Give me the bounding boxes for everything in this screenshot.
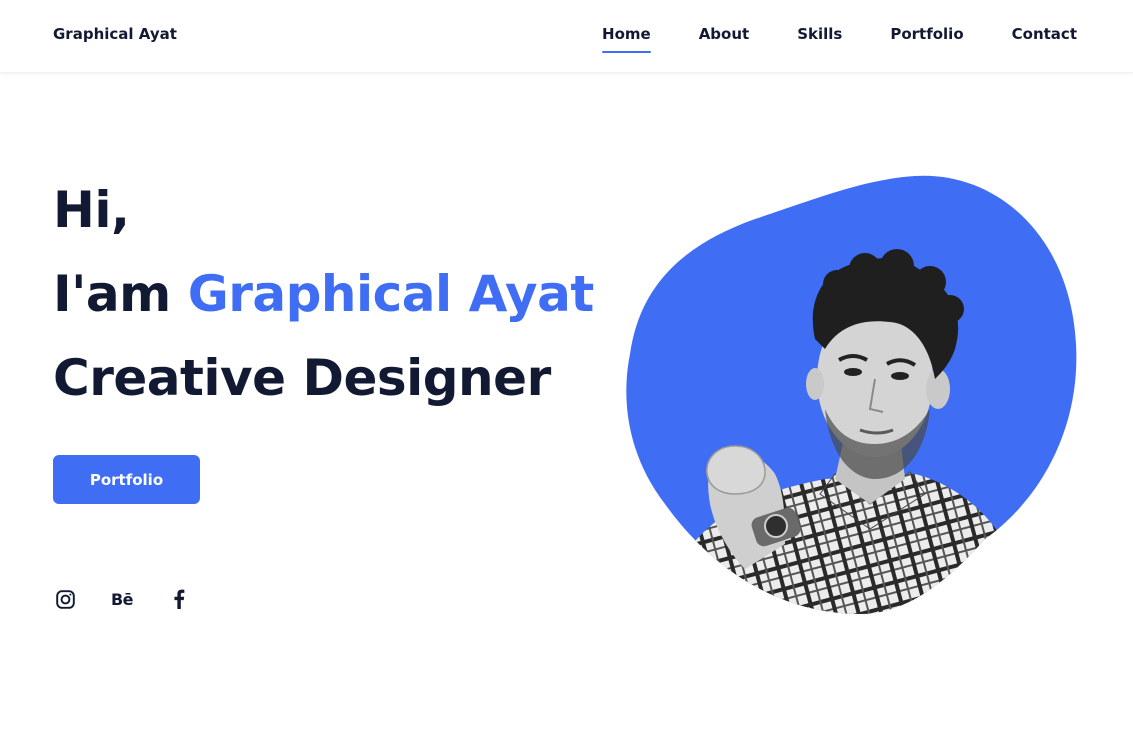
social-links: Bē — [53, 587, 191, 611]
nav-skills[interactable]: Skills — [797, 25, 842, 53]
facebook-icon — [174, 589, 185, 609]
facebook-link[interactable] — [167, 587, 191, 611]
hero-greeting: Hi, — [53, 181, 130, 239]
hero-intro-prefix: I'am — [53, 265, 171, 323]
main-nav: Home About Skills Portfolio Contact — [602, 25, 1077, 53]
site-logo[interactable]: Graphical Ayat — [53, 25, 177, 43]
hero-intro: I'am Graphical Ayat — [53, 252, 594, 336]
behance-icon: Bē — [110, 589, 134, 609]
behance-link[interactable]: Bē — [110, 587, 134, 611]
hero-heading: Hi, I'am Graphical Ayat Creative Designe… — [53, 168, 594, 420]
instagram-link[interactable] — [53, 587, 77, 611]
nav-portfolio[interactable]: Portfolio — [890, 25, 963, 53]
hero-name: Graphical Ayat — [187, 265, 595, 323]
portfolio-button[interactable]: Portfolio — [53, 455, 200, 504]
profile-portrait — [625, 174, 1080, 619]
nav-home[interactable]: Home — [602, 25, 651, 53]
instagram-icon — [55, 589, 75, 609]
nav-contact[interactable]: Contact — [1012, 25, 1077, 53]
hero-role: Creative Designer — [53, 349, 551, 407]
site-header: Graphical Ayat Home About Skills Portfol… — [0, 0, 1133, 73]
nav-about[interactable]: About — [699, 25, 750, 53]
